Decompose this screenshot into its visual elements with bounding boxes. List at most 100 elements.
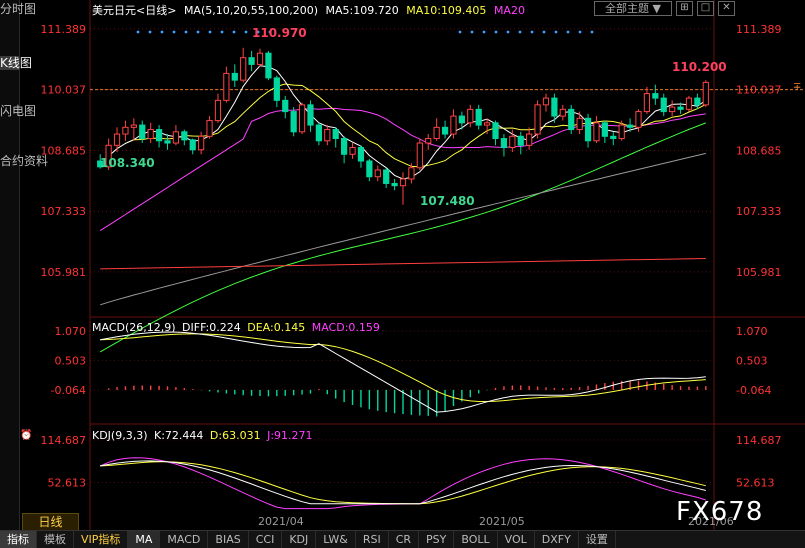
candle-body	[383, 169, 390, 184]
tab-cr[interactable]: CR	[389, 531, 420, 548]
ma20-label: MA20	[493, 4, 525, 17]
y-tick-right-1: 110.037	[736, 84, 782, 97]
candle-body	[534, 104, 541, 135]
candle-body	[551, 97, 558, 117]
tab-lw[interactable]: LW&	[316, 531, 356, 548]
current-price-marker: ∓	[793, 82, 801, 93]
signal-dot	[196, 30, 200, 34]
candle-body	[677, 106, 684, 110]
sidebar-tab-flash[interactable]: 闪电图	[0, 104, 36, 118]
y-tick-left-3: 107.333	[41, 205, 87, 218]
candle-body	[181, 131, 188, 141]
tab-ma[interactable]: MA	[128, 531, 161, 548]
candle-body	[164, 140, 171, 144]
signal-dot	[542, 30, 546, 34]
tab-template[interactable]: 模板	[37, 531, 74, 548]
signal-dot	[470, 30, 474, 34]
tab-macd[interactable]: MACD	[160, 531, 209, 548]
candle-body	[643, 93, 651, 113]
theme-label: 全部主题	[605, 2, 649, 15]
signal-dot	[244, 30, 248, 34]
ma55-line	[99, 122, 706, 353]
tab-cci[interactable]: CCI	[249, 531, 283, 548]
macd-label: MACD(26,12,9)	[92, 321, 176, 334]
candle-body	[601, 122, 608, 137]
indicator-tab-bar: 指标 模板 VIP指标 MA MACD BIAS CCI KDJ LW& RSI…	[0, 530, 805, 548]
kdj-k: K:72.444	[154, 429, 204, 442]
chart-title: 美元日元<日线> MA(5,10,20,55,100,200) MA5:109.…	[92, 2, 529, 18]
tab-vol[interactable]: VOL	[498, 531, 535, 548]
annotation-low-2: 107.480	[420, 194, 475, 208]
sidebar-tab-kline[interactable]: K线图	[0, 56, 32, 70]
candle-body	[652, 93, 659, 99]
candle-body	[214, 99, 222, 122]
candle-body	[593, 122, 600, 142]
candle-body	[694, 97, 701, 106]
signal-dot	[136, 30, 140, 34]
macd-tick-right-1: 0.503	[736, 354, 768, 367]
ma10-value: MA10:109.405	[406, 4, 487, 17]
macd-diff: DIFF:0.224	[182, 321, 241, 334]
sidebar-tab-timeshare[interactable]: 分时图	[0, 2, 36, 16]
annotation-last: 110.200	[672, 60, 727, 74]
candle-body	[366, 160, 373, 178]
period-button[interactable]: 日线	[22, 513, 79, 531]
candle-body	[349, 147, 356, 155]
tab-kdj[interactable]: KDJ	[282, 531, 317, 548]
y-tick-left-0: 111.389	[41, 23, 87, 36]
signal-dot	[590, 30, 594, 34]
tab-rsi[interactable]: RSI	[356, 531, 389, 548]
signal-dot	[232, 30, 236, 34]
watermark-logo: FX678	[676, 497, 764, 527]
candle-body	[256, 52, 264, 65]
macd-tick-left-0: 1.070	[55, 325, 87, 338]
candle-body	[500, 138, 508, 149]
candle-body	[357, 147, 365, 162]
candle-body	[492, 122, 499, 140]
signal-dot	[506, 30, 510, 34]
candle-body	[576, 117, 583, 131]
candle-body	[660, 97, 667, 113]
signal-dot	[220, 30, 224, 34]
macd-tick-right-0: 1.070	[736, 325, 768, 338]
candle-body	[122, 126, 129, 135]
kdj-tick-left-1: 52.613	[48, 477, 87, 490]
candle-body	[635, 111, 642, 128]
signal-dot	[554, 30, 558, 34]
tab-boll[interactable]: BOLL	[454, 531, 498, 548]
candle-body	[189, 139, 196, 151]
ma20-line	[99, 107, 706, 232]
chevron-down-icon: ▼	[652, 2, 661, 15]
signal-dot	[566, 30, 570, 34]
tab-psy[interactable]: PSY	[419, 531, 455, 548]
tab-indicators[interactable]: 指标	[0, 531, 37, 548]
grid-icon[interactable]: ⊞	[675, 1, 693, 16]
close-icon[interactable]: ✕	[717, 1, 735, 16]
maximize-icon[interactable]: □	[696, 1, 714, 16]
topright-controls: 全部主题 ▼ ⊞ □ ✕	[594, 1, 735, 16]
theme-dropdown[interactable]: 全部主题 ▼	[594, 1, 672, 16]
kdj-label: KDJ(9,3,3)	[92, 429, 148, 442]
sidebar: 分时图 K线图 闪电图 合约资料	[0, 0, 48, 530]
annotation-high: 110.970	[252, 26, 307, 40]
macd-tick-right-2: -0.064	[736, 384, 771, 397]
candle-body	[206, 120, 213, 137]
macd-tick-left-1: 0.503	[55, 354, 87, 367]
candle-body	[669, 106, 676, 113]
tab-settings[interactable]: 设置	[579, 531, 616, 548]
candle-body	[626, 124, 634, 128]
candle-body	[458, 115, 465, 124]
kdj-tick-right-1: 52.613	[736, 477, 775, 490]
tab-dxfy[interactable]: DXFY	[535, 531, 579, 548]
candle-body	[282, 99, 289, 113]
x-label-may: 2021/05	[479, 515, 525, 528]
ma-params-label: MA(5,10,20,55,100,200)	[183, 4, 318, 17]
candle-body	[702, 81, 709, 106]
tab-vip-indicators[interactable]: VIP指标	[74, 531, 129, 548]
tab-bias[interactable]: BIAS	[208, 531, 249, 548]
candle-body	[467, 108, 474, 124]
sidebar-tab-contract[interactable]: 合约资料	[0, 154, 48, 168]
signal-dot	[148, 30, 152, 34]
kdj-d: D:63.031	[209, 429, 261, 442]
candle-body	[399, 178, 407, 187]
